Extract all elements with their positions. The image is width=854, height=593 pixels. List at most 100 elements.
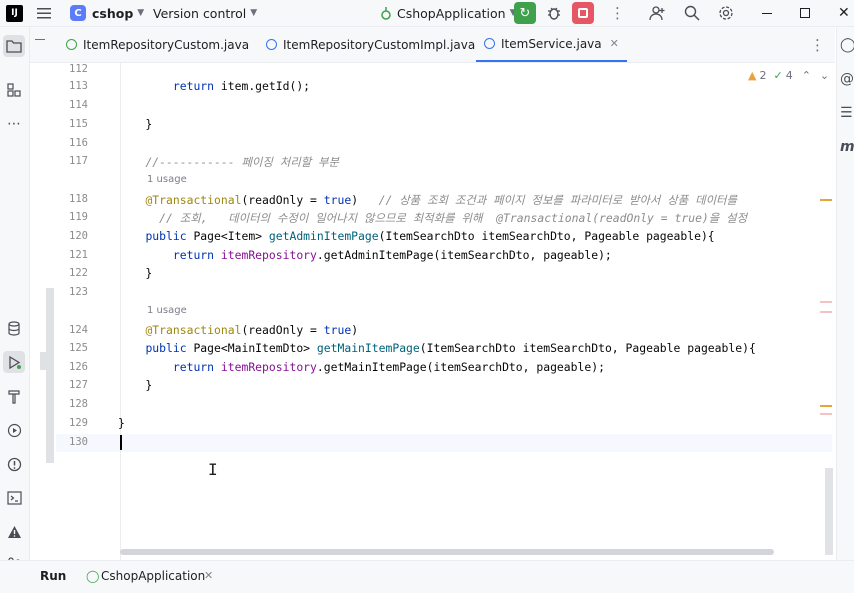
restore-icon — [800, 8, 810, 18]
editor-tabs: ItemRepositoryCustom.java ItemRepository… — [30, 27, 835, 63]
project-tool-button[interactable] — [3, 35, 25, 57]
run-tab-cshop-application[interactable]: CshopApplication — [101, 569, 205, 583]
line-number: 118 — [69, 193, 88, 205]
line-number: 113 — [69, 80, 88, 92]
hamburger-menu-icon — [37, 8, 51, 19]
current-line-highlight — [56, 434, 832, 452]
tab-label: ItemRepositoryCustom.java — [83, 37, 250, 52]
usage-hint[interactable]: 1 usage — [147, 174, 187, 185]
close-tab-icon[interactable]: ✕ — [610, 37, 619, 50]
ai-assistant-button[interactable]: @ — [840, 71, 854, 87]
run-tool-button[interactable] — [3, 351, 25, 373]
code-line: } — [118, 266, 153, 280]
gutter-fold-bar — [46, 288, 54, 463]
more-actions-button[interactable]: ⋮ — [610, 0, 625, 26]
spiral-icon: @ — [840, 71, 854, 87]
error-stripe-mark[interactable] — [820, 199, 832, 201]
hammer-icon — [8, 389, 20, 404]
database-panel-button[interactable]: ☰ — [840, 105, 853, 121]
gear-icon — [719, 6, 733, 20]
line-number: 114 — [69, 99, 88, 111]
code-line: @Transactional(readOnly = true) — [145, 323, 359, 337]
line-number: 129 — [69, 417, 88, 429]
settings-button[interactable] — [718, 0, 734, 26]
code-line: // 조회, 데이터의 수정이 일어나지 않으므로 최적화를 위해 @Trans… — [159, 211, 748, 225]
code-editor[interactable]: ▲ 2 ✓ 4 ⌃ ⌄ 112 113 114 115 116 117 118 … — [30, 63, 835, 560]
services-tool-button[interactable] — [3, 419, 25, 441]
problems-tool-button[interactable] — [3, 453, 25, 475]
error-stripe-mark[interactable] — [820, 405, 832, 407]
build-tool-button[interactable] — [3, 385, 25, 407]
search-button[interactable] — [684, 0, 700, 26]
class-icon — [484, 38, 495, 49]
usage-hint[interactable]: 1 usage — [147, 305, 187, 316]
minimize-icon — [762, 12, 772, 14]
add-user-icon — [649, 6, 665, 21]
add-user-button[interactable] — [649, 0, 666, 26]
folder-icon — [6, 40, 22, 53]
line-number: 125 — [69, 342, 88, 354]
debug-button[interactable] — [546, 0, 562, 26]
notifications-button[interactable]: ◯ — [840, 37, 854, 53]
code-line: public Page<MainItemDto> getMainItemPage… — [145, 341, 756, 355]
line-number: 119 — [69, 211, 88, 223]
error-stripe-mark[interactable] — [820, 311, 832, 313]
gutter-active-marker — [40, 352, 54, 370]
vertical-scrollbar[interactable] — [825, 468, 833, 555]
warnings-tool-button[interactable] — [3, 521, 25, 543]
warning-icon: ▲ — [748, 69, 757, 82]
warning-count: 2 — [759, 69, 767, 82]
database-icon — [8, 320, 20, 336]
code-line: return item.getId(); — [172, 79, 311, 93]
minimize-button[interactable] — [762, 0, 772, 26]
chevron-up-icon[interactable]: ⌃ — [802, 69, 811, 82]
left-tool-bar: ⋯ — [0, 27, 30, 572]
chevron-down-icon: ▼ — [250, 8, 258, 18]
close-window-button[interactable]: ✕ — [838, 0, 850, 26]
database-tool-button[interactable] — [3, 317, 25, 339]
rerun-button[interactable]: ↻ — [514, 0, 536, 26]
database-icon: ☰ — [840, 105, 853, 121]
error-stripe-mark[interactable] — [820, 413, 832, 415]
line-number: 115 — [69, 118, 88, 130]
line-number: 130 — [69, 436, 88, 448]
more-vertical-icon: ⋮ — [610, 4, 625, 22]
close-tab-icon[interactable]: ✕ — [204, 569, 213, 582]
run-config-selector[interactable]: CshopApplication ▼ — [379, 0, 517, 26]
tab-item-service[interactable]: ItemService.java ✕ — [476, 27, 627, 62]
close-icon: ✕ — [838, 5, 850, 21]
tab-label: ItemRepositoryCustomImpl.java — [283, 37, 476, 52]
run-tool-icon — [8, 355, 21, 369]
app-logo[interactable]: IJ — [6, 0, 23, 26]
tab-item-repository-custom[interactable]: ItemRepositoryCustom.java — [66, 27, 249, 62]
stop-icon — [572, 2, 594, 24]
main-menu-button[interactable] — [37, 0, 52, 26]
terminal-tool-button[interactable] — [3, 487, 25, 509]
check-icon: ✓ — [773, 69, 783, 82]
code-line: return itemRepository.getMainItemPage(it… — [172, 360, 605, 374]
intellij-logo-icon: IJ — [6, 4, 23, 22]
line-number: 127 — [69, 379, 88, 391]
chevron-down-icon[interactable]: ⌄ — [820, 69, 829, 82]
structure-tool-button[interactable] — [3, 79, 25, 101]
tab-options-button[interactable]: ⋮ — [810, 27, 825, 62]
error-stripe-mark[interactable] — [820, 301, 832, 303]
chevron-down-icon: ▼ — [137, 8, 145, 18]
inspection-widget[interactable]: ▲ 2 ✓ 4 ⌃ ⌄ — [748, 69, 829, 82]
stop-button[interactable] — [572, 0, 594, 26]
tab-item-repository-custom-impl[interactable]: ItemRepositoryCustomImpl.java — [266, 27, 475, 62]
vcs-selector[interactable]: Version control ▼ — [153, 0, 257, 26]
project-selector[interactable]: C cshop ▼ — [70, 0, 144, 26]
project-badge: C — [70, 5, 86, 21]
code-line: public Page<Item> getAdminItemPage(ItemS… — [145, 229, 715, 243]
horizontal-scrollbar[interactable] — [120, 549, 774, 555]
interface-icon — [66, 39, 77, 50]
more-tools-button[interactable]: ⋯ — [3, 113, 25, 135]
check-count: 4 — [785, 69, 793, 82]
run-panel-title[interactable]: Run — [40, 569, 66, 583]
terminal-icon — [6, 491, 22, 505]
line-number: 122 — [69, 267, 88, 279]
restore-button[interactable] — [800, 0, 810, 26]
bell-icon: ◯ — [840, 37, 854, 53]
maven-button[interactable]: m — [840, 139, 854, 155]
